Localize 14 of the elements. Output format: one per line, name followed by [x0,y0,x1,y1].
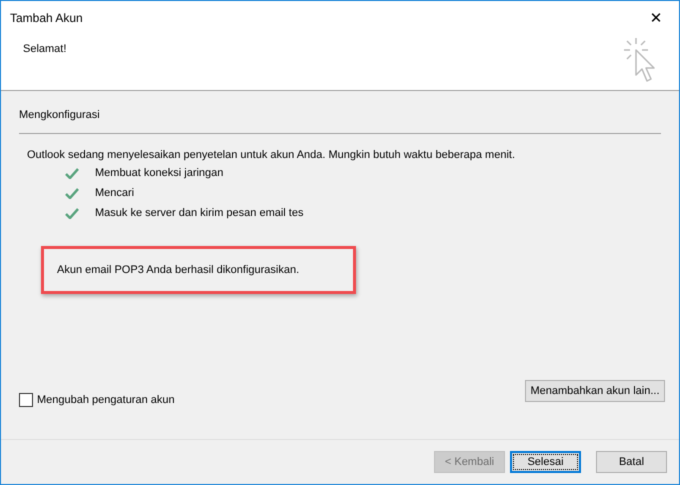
close-button[interactable]: ✕ [633,2,679,34]
step-label: Mencari [95,187,134,199]
add-account-button[interactable]: Menambahkan akun lain... [525,380,665,402]
result-message: Akun email POP3 Anda berhasil dikonfigurasikan. [57,264,300,276]
checkbox-label: Mengubah pengaturan akun [37,394,175,406]
dialog-button[interactable]: Batal [596,451,667,473]
window-title: Tambah Akun [10,11,83,25]
dialog-button[interactable]: Selesai [510,451,581,473]
intro-text: Outlook sedang menyelesaikan penyetelan untuk akun Anda. Mungkin butuh waktu beberapa menit. [27,149,516,161]
header-title: Selamat! [23,43,66,57]
section-title: Mengkonfigurasi [19,109,101,123]
checkbox[interactable] [19,393,33,407]
step-label: Membuat koneksi jaringan [95,167,224,179]
step-label: Masuk ke server dan kirim pesan email tes [95,207,304,219]
